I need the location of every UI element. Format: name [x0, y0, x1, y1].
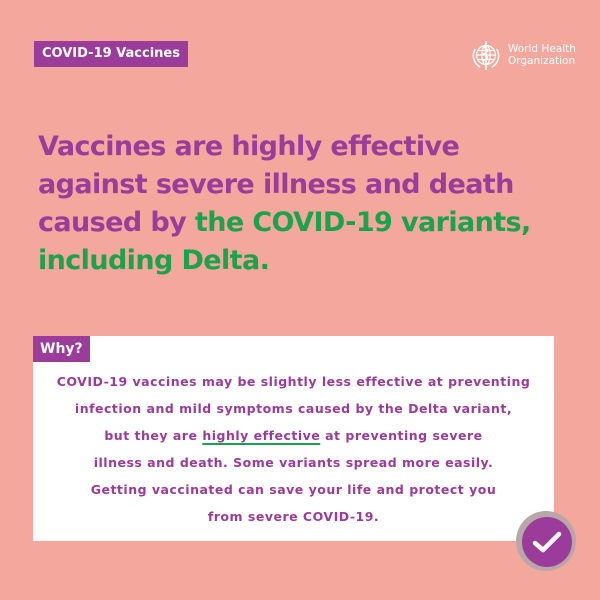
organization-name: World Health Organization — [508, 43, 576, 67]
why-panel: Why? COVID-19 vaccines may be slightly l… — [33, 336, 554, 541]
why-text-line3: but they are highly effective at prevent… — [33, 422, 554, 449]
headline-line4: including Delta. — [38, 245, 270, 276]
topic-tag-label: COVID-19 Vaccines — [42, 46, 180, 61]
headline-line3-green: the COVID-19 variants, — [194, 207, 531, 238]
why-text-line5: Getting vaccinated can save your life an… — [90, 482, 497, 497]
who-logo: World Health Organization — [469, 38, 576, 72]
headline: Vaccines are highly effective against se… — [38, 128, 578, 280]
why-text-line3-after: at preventing severe — [320, 428, 483, 443]
why-text-emphasis: highly effective — [202, 428, 321, 443]
topic-tag: COVID-19 Vaccines — [34, 41, 188, 67]
headline-line3-purple: caused by — [38, 207, 195, 238]
why-text: COVID-19 vaccines may be slightly less e… — [33, 368, 554, 530]
who-emblem-icon — [472, 41, 500, 70]
headline-line3: caused by the COVID-19 variants, — [38, 204, 578, 242]
organization-name-line2: Organization — [508, 55, 576, 67]
organization-name-line1: World Health — [508, 43, 576, 55]
why-text-line2: infection and mild symptoms caused by th… — [74, 401, 513, 416]
why-text-line6: from severe COVID-19. — [207, 509, 380, 524]
headline-line2: against severe illness and death — [38, 169, 514, 200]
why-text-line4: illness and death. Some variants spread … — [93, 455, 494, 470]
checkmark-icon — [532, 531, 562, 553]
why-text-line3-before: but they are — [104, 428, 203, 443]
headline-line1: Vaccines are highly effective — [38, 131, 460, 162]
check-badge — [522, 517, 572, 567]
why-label: Why? — [33, 336, 90, 362]
why-text-line1: COVID-19 vaccines may be slightly less e… — [56, 374, 531, 389]
